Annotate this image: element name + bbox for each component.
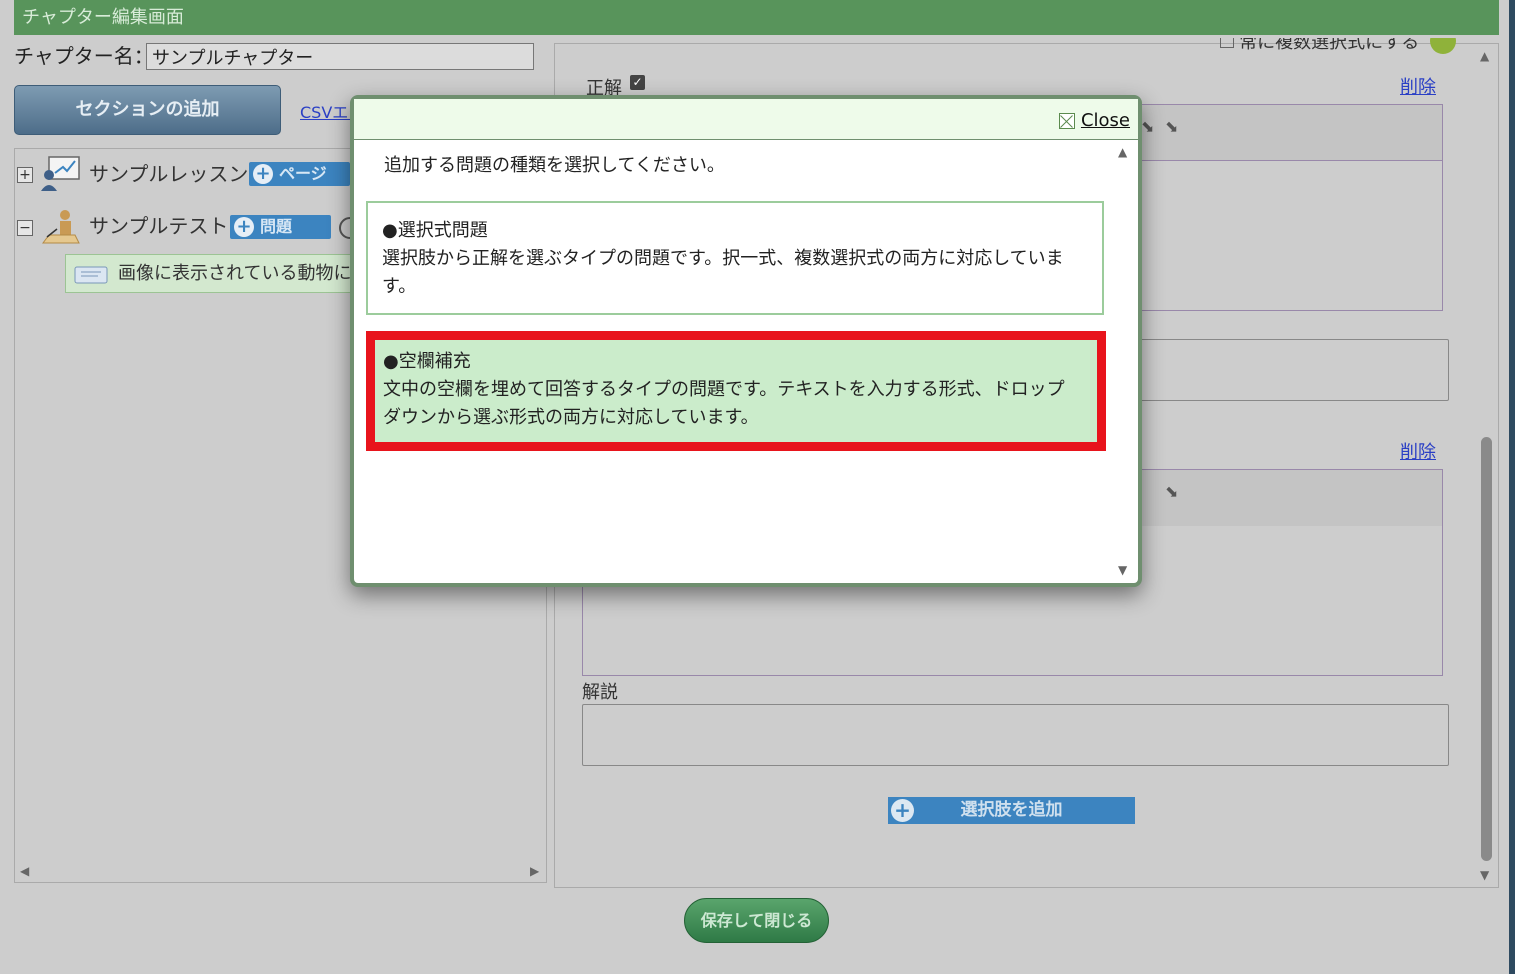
expand-icon[interactable]: ⬊ — [1165, 482, 1178, 501]
delete-link[interactable]: 削除 — [1400, 73, 1436, 99]
chapter-name-label: チャプター名： — [14, 44, 154, 68]
correct-checkbox[interactable]: ✓ — [630, 75, 645, 90]
scroll-left-arrow[interactable]: ◀ — [20, 865, 29, 877]
explanation-textarea[interactable] — [582, 704, 1449, 766]
question-item-label: 画像に表示されている動物に — [118, 263, 352, 284]
scroll-right-arrow[interactable]: ▶ — [530, 865, 539, 877]
choice-editor-toolbar[interactable]: ⬊ — [1140, 469, 1443, 527]
add-question-button[interactable]: + 問題 — [230, 215, 331, 239]
feedback-textarea[interactable] — [1140, 339, 1449, 401]
close-button[interactable]: Close — [1058, 110, 1130, 131]
expand-toggle[interactable]: + — [17, 167, 33, 183]
tree-item-question[interactable]: 画像に表示されている動物に — [65, 254, 365, 293]
add-page-label: ページ — [279, 164, 327, 183]
multiple-checkbox[interactable] — [1220, 38, 1234, 48]
question-type-fill-in-blank[interactable]: ●空欄補充 文中の空欄を埋めて回答するタイプの問題です。テキストを入力する形式、… — [366, 331, 1106, 451]
add-choice-label: 選択肢を追加 — [960, 800, 1063, 820]
window-edge — [1509, 0, 1515, 974]
lesson-icon — [41, 156, 80, 191]
add-question-label: 問題 — [260, 217, 293, 236]
dialog-scroll-up-arrow[interactable]: ▲ — [1118, 146, 1127, 158]
collapse-toggle[interactable]: − — [17, 220, 33, 236]
question-type-title: ●空欄補充 — [383, 351, 471, 372]
choice-editor[interactable]: ⬊ ⬊ — [1140, 104, 1443, 311]
dialog-header: Close — [354, 99, 1138, 140]
question-type-dialog: Close 追加する問題の種類を選択してください。 ●選択式問題 選択肢から正解… — [350, 95, 1142, 587]
editor-toolbar: ⬊ — [1141, 470, 1442, 527]
dialog-instruction: 追加する問題の種類を選択してください。 — [384, 155, 725, 176]
delete-link[interactable]: 削除 — [1400, 438, 1436, 464]
tree-item-test[interactable]: サンプルテスト — [89, 212, 228, 240]
add-page-button[interactable]: + ページ — [249, 162, 350, 186]
editor-scroll-up-arrow[interactable]: ▲ — [1480, 50, 1489, 62]
always-multiple-label: 常に複数選択式にする — [1239, 38, 1420, 53]
dialog-scroll-down-arrow[interactable]: ▼ — [1118, 564, 1127, 576]
editor-scrollbar-thumb[interactable] — [1481, 437, 1492, 861]
page-title: チャプター編集画面 — [14, 0, 1499, 35]
save-and-close-button[interactable]: 保存して閉じる — [684, 898, 829, 943]
expand-icon[interactable]: ⬊ — [1165, 117, 1178, 136]
tree-item-lesson[interactable]: サンプルレッスン — [89, 160, 248, 188]
add-choice-button[interactable]: + 選択肢を追加 — [888, 797, 1135, 824]
plus-circle-icon: + — [891, 799, 914, 822]
plus-circle-icon: + — [234, 217, 254, 237]
explanation-label: 解説 — [582, 682, 618, 703]
add-section-button[interactable]: セクションの追加 — [14, 85, 281, 135]
close-label: Close — [1080, 110, 1130, 131]
resize-icon[interactable]: ⬊ — [1141, 117, 1154, 136]
plus-circle-icon: + — [253, 164, 273, 184]
always-multiple-option[interactable]: 常に複数選択式にする — [1220, 38, 1480, 54]
help-icon[interactable] — [1430, 38, 1457, 54]
test-icon — [42, 210, 80, 244]
editor-scroll-down-arrow[interactable]: ▼ — [1480, 869, 1489, 881]
question-type-description: 選択肢から正解を選ぶタイプの問題です。択一式、複数選択式の両方に対応しています。 — [382, 248, 1064, 297]
question-card-icon — [74, 266, 108, 284]
close-icon — [1058, 113, 1075, 129]
question-type-title: ●選択式問題 — [382, 220, 488, 241]
chapter-name-input[interactable] — [146, 43, 534, 70]
question-type-multiple-choice[interactable]: ●選択式問題 選択肢から正解を選ぶタイプの問題です。択一式、複数選択式の両方に対… — [366, 201, 1104, 315]
editor-toolbar: ⬊ ⬊ — [1141, 105, 1442, 161]
question-type-description: 文中の空欄を埋めて回答するタイプの問題です。テキストを入力する形式、ドロップダウ… — [383, 379, 1065, 428]
